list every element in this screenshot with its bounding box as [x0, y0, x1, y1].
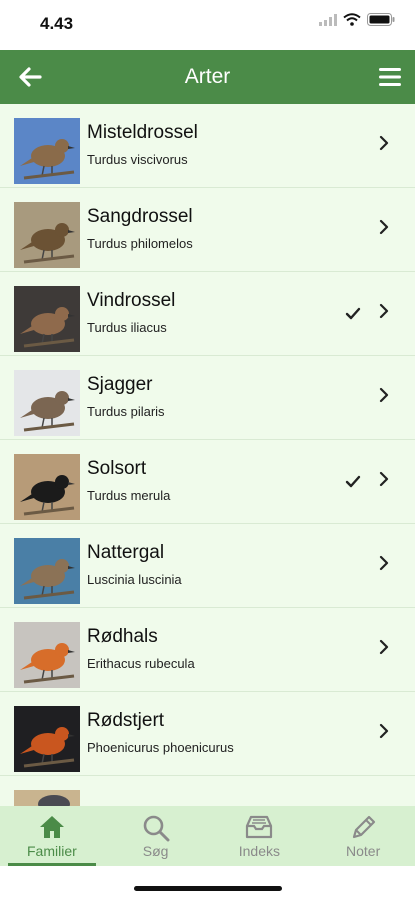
- species-row[interactable]: Sangdrossel Turdus philomelos: [0, 188, 415, 272]
- species-latin-name: Luscinia luscinia: [87, 572, 182, 587]
- species-name: Rødstjert: [87, 710, 165, 731]
- chevron-right-icon: [379, 135, 389, 151]
- tab-noter[interactable]: Noter: [311, 806, 415, 866]
- species-row[interactable]: Misteldrossel Turdus viscivorus: [0, 104, 415, 188]
- species-thumbnail: [14, 790, 80, 806]
- species-thumbnail: [14, 118, 80, 184]
- tab-label-soeg: Søg: [142, 843, 169, 859]
- wifi-icon: [343, 13, 361, 26]
- species-list[interactable]: Misteldrossel Turdus viscivorus Sangdrosse…: [0, 104, 415, 806]
- species-thumbnail: [14, 706, 80, 772]
- checkmark-icon: [345, 307, 361, 320]
- species-latin-name: Turdus iliacus: [87, 320, 167, 335]
- species-thumbnail: [14, 538, 80, 604]
- species-latin-name: Erithacus rubecula: [87, 656, 195, 671]
- signal-icon: [319, 13, 337, 26]
- chevron-right-icon: [379, 219, 389, 235]
- chevron-right-icon: [379, 723, 389, 739]
- species-row[interactable]: Rødhals Erithacus rubecula: [0, 608, 415, 692]
- home-indicator[interactable]: [134, 886, 282, 891]
- tab-indeks[interactable]: Indeks: [208, 806, 312, 866]
- chevron-right-icon: [379, 555, 389, 571]
- chevron-right-icon: [379, 471, 389, 487]
- species-row[interactable]: Rødstjert Phoenicurus phoenicurus: [0, 692, 415, 776]
- species-thumbnail: [14, 202, 80, 268]
- species-name: Sangdrossel: [87, 206, 193, 227]
- species-name: Solsort: [87, 458, 147, 479]
- species-thumbnail: [14, 370, 80, 436]
- page-title: Arter: [184, 65, 231, 88]
- species-latin-name: Turdus philomelos: [87, 236, 193, 251]
- species-row[interactable]: Solsort Turdus merula: [0, 440, 415, 524]
- status-bar: 4.43: [0, 0, 415, 50]
- inbox-icon: [246, 815, 273, 839]
- chevron-right-icon: [379, 303, 389, 319]
- species-name: Nattergal: [87, 542, 165, 563]
- species-latin-name: Turdus merula: [87, 488, 171, 503]
- battery-icon: [367, 13, 395, 26]
- species-thumbnail: [14, 454, 80, 520]
- search-icon: [143, 815, 170, 842]
- species-name: Misteldrossel: [87, 122, 198, 143]
- home-icon: [39, 816, 64, 838]
- species-row[interactable]: Vindrossel Turdus iliacus: [0, 272, 415, 356]
- chevron-right-icon: [379, 639, 389, 655]
- checkmark-icon: [345, 475, 361, 488]
- navigation-bar: Arter: [0, 50, 415, 104]
- species-thumbnail: [14, 286, 80, 352]
- menu-icon[interactable]: [377, 64, 403, 90]
- tab-soeg[interactable]: Søg: [104, 806, 208, 866]
- species-latin-name: Turdus viscivorus: [87, 152, 188, 167]
- tab-familier[interactable]: Familier: [0, 806, 104, 866]
- chevron-right-icon: [379, 387, 389, 403]
- tab-label-noter: Noter: [346, 843, 381, 859]
- status-time: 4.43: [40, 14, 74, 33]
- species-row[interactable]: Nattergal Luscinia luscinia: [0, 524, 415, 608]
- tab-label-familier: Familier: [26, 843, 77, 859]
- pencil-icon: [353, 815, 376, 839]
- species-row[interactable]: Sjagger Turdus pilaris: [0, 356, 415, 440]
- species-thumbnail: [14, 622, 80, 688]
- species-name: Vindrossel: [87, 290, 176, 311]
- tab-label-indeks: Indeks: [238, 843, 280, 859]
- status-icons: [319, 13, 395, 26]
- species-latin-name: Turdus pilaris: [87, 404, 165, 419]
- species-name: Sjagger: [87, 374, 153, 395]
- tab-bar: Familier Søg Indeks Noter: [0, 806, 415, 866]
- species-row-partial[interactable]: [0, 776, 415, 806]
- species-name: Rødhals: [87, 626, 158, 647]
- home-indicator-area: [0, 866, 415, 900]
- species-latin-name: Phoenicurus phoenicurus: [87, 740, 234, 755]
